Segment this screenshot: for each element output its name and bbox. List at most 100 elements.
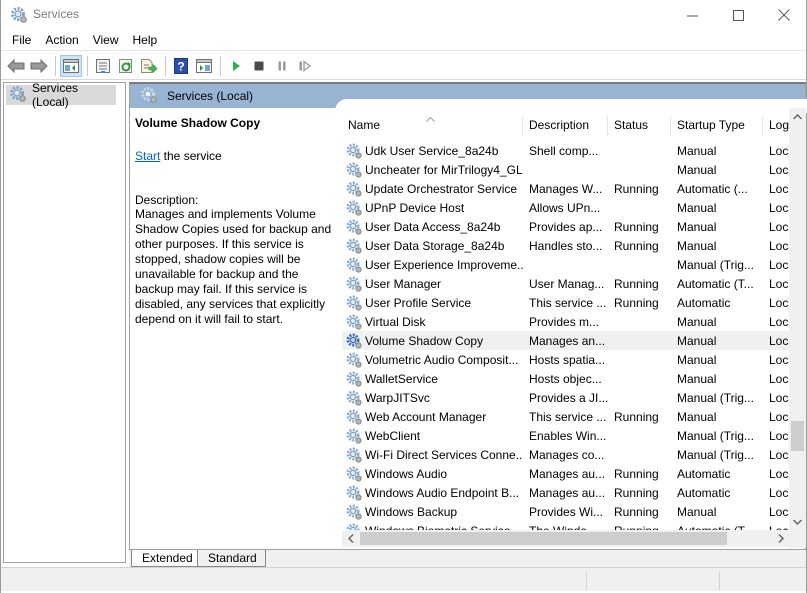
minimize-button[interactable]: [669, 0, 715, 30]
cell-name: Wi-Fi Direct Services Conne...: [342, 447, 523, 463]
vertical-scroll-thumb[interactable]: [791, 421, 804, 451]
service-name: Virtual Disk: [365, 314, 426, 329]
toolbar-separator: [87, 55, 88, 76]
scroll-down-button[interactable]: [789, 513, 806, 530]
start-service-link[interactable]: Start: [135, 149, 160, 163]
cell-status: Running: [614, 485, 659, 500]
cell-name: Windows Backup: [342, 504, 523, 520]
table-row[interactable]: User Profile Service This service ... Ru…: [342, 293, 805, 312]
cell-name: User Data Access_8a24b: [342, 219, 523, 235]
table-row[interactable]: Uncheater for MirTrilogy4_GL Manual Loca: [342, 160, 805, 179]
table-row[interactable]: Update Orchestrator Service Manages W...…: [342, 179, 805, 198]
close-button[interactable]: [761, 0, 807, 30]
table-row[interactable]: UPnP Device Host Allows UPn... Manual Lo…: [342, 198, 805, 217]
export-list-button[interactable]: [138, 55, 160, 77]
vertical-scrollbar[interactable]: [789, 108, 806, 548]
menu-help[interactable]: Help: [126, 33, 165, 47]
menu-view[interactable]: View: [86, 33, 126, 47]
cell-startup-type: Manual: [677, 352, 717, 367]
maximize-icon: [732, 9, 744, 21]
cell-startup-type: Manual: [677, 200, 717, 215]
status-bar-divider: [586, 572, 587, 590]
cell-description: Hosts objec...: [529, 371, 602, 386]
table-row[interactable]: Volumetric Audio Composit... Hosts spati…: [342, 350, 805, 369]
table-row[interactable]: WalletService Hosts objec... Manual Loca: [342, 369, 805, 388]
sort-ascending-icon: [426, 114, 435, 124]
service-gear-icon: [346, 504, 362, 520]
services-main-pane: Services (Local) Volume Shadow Copy Star…: [129, 82, 807, 563]
table-row[interactable]: Virtual Disk Provides m... Manual Loca: [342, 312, 805, 331]
minimize-icon: [686, 15, 698, 16]
table-row[interactable]: Windows Audio Manages au... Running Auto…: [342, 464, 805, 483]
horizontal-scroll-thumb[interactable]: [360, 532, 727, 545]
stop-service-button[interactable]: [248, 55, 270, 77]
resume-service-button[interactable]: [294, 55, 316, 77]
scroll-right-button[interactable]: [772, 530, 789, 547]
service-gear-icon: [346, 276, 362, 292]
table-row[interactable]: Windows Audio Endpoint B... Manages au..…: [342, 483, 805, 502]
cell-startup-type: Automatic (T...: [677, 276, 754, 291]
properties-button[interactable]: [92, 55, 114, 77]
help-icon: ?: [174, 57, 188, 74]
service-gear-icon: [346, 466, 362, 482]
show-hide-action-pane-button[interactable]: [193, 55, 215, 77]
service-name: Volumetric Audio Composit...: [365, 352, 519, 367]
cell-startup-type: Manual: [677, 238, 717, 253]
cell-name: Volume Shadow Copy: [342, 333, 523, 349]
help-button[interactable]: ?: [170, 55, 192, 77]
service-name: Update Orchestrator Service: [365, 181, 518, 196]
cell-startup-type: Manual (Trig...: [677, 390, 754, 405]
table-row[interactable]: User Data Access_8a24b Provides ap... Ru…: [342, 217, 805, 236]
back-button[interactable]: [5, 55, 27, 77]
horizontal-scrollbar[interactable]: [342, 530, 789, 547]
table-row[interactable]: WarpJITSvc Provides a JI... Manual (Trig…: [342, 388, 805, 407]
cell-startup-type: Manual: [677, 143, 717, 158]
console-tree-icon: [63, 58, 79, 73]
cell-name: Udk User Service_8a24b: [342, 143, 523, 159]
column-header-description[interactable]: Description: [523, 112, 608, 136]
show-hide-console-tree-button[interactable]: [60, 54, 82, 77]
cell-name: User Experience Improveme...: [342, 257, 523, 273]
chevron-up-icon: [793, 113, 802, 119]
status-bar: [1, 567, 806, 591]
cell-startup-type: Automatic (...: [677, 181, 748, 196]
cell-description: Hosts spatia...: [529, 352, 606, 367]
start-service-button[interactable]: [225, 55, 247, 77]
table-row[interactable]: Web Account Manager This service ... Run…: [342, 407, 805, 426]
table-row[interactable]: WebClient Enables Win... Manual (Trig...…: [342, 426, 805, 445]
cell-startup-type: Automatic: [677, 466, 731, 481]
tree-item-services-local[interactable]: Services (Local): [6, 81, 116, 109]
service-name: Volume Shadow Copy: [365, 333, 484, 348]
cell-description: Provides ap...: [529, 219, 603, 234]
cell-status: Running: [614, 504, 659, 519]
cell-startup-type: Manual: [677, 409, 717, 424]
menu-action[interactable]: Action: [38, 33, 85, 47]
column-header-name[interactable]: Name: [342, 112, 523, 136]
maximize-button[interactable]: [715, 0, 761, 30]
scroll-left-button[interactable]: [342, 530, 359, 547]
service-gear-icon: [346, 238, 362, 254]
service-name: UPnP Device Host: [365, 200, 465, 215]
table-row[interactable]: Udk User Service_8a24b Shell comp... Man…: [342, 141, 805, 160]
table-row[interactable]: User Data Storage_8a24b Handles sto... R…: [342, 236, 805, 255]
services-table: Name Description Status Startup Type Log…: [342, 108, 805, 548]
table-row[interactable]: Wi-Fi Direct Services Conne... Manages c…: [342, 445, 805, 464]
table-row[interactable]: Volume Shadow Copy Manages an... Manual …: [342, 331, 805, 350]
menu-file[interactable]: File: [5, 33, 38, 47]
tab-extended[interactable]: Extended: [131, 550, 202, 567]
cell-startup-type: Manual: [677, 371, 717, 386]
tab-standard[interactable]: Standard: [197, 550, 266, 567]
column-header-startup-type[interactable]: Startup Type: [671, 112, 763, 136]
pause-service-button[interactable]: [271, 55, 293, 77]
table-row[interactable]: User Experience Improveme... Manual (Tri…: [342, 255, 805, 274]
forward-button[interactable]: [28, 55, 50, 77]
refresh-button[interactable]: [115, 55, 137, 77]
selected-service-name: Volume Shadow Copy: [135, 116, 261, 130]
scroll-up-button[interactable]: [789, 108, 806, 125]
table-row[interactable]: Windows Backup Provides Wi... Running Ma…: [342, 502, 805, 521]
service-gear-icon: [346, 181, 362, 197]
table-row[interactable]: User Manager User Manag... Running Autom…: [342, 274, 805, 293]
column-header-status[interactable]: Status: [608, 112, 671, 136]
cell-startup-type: Automatic: [677, 485, 731, 500]
status-bar-divider: [719, 572, 720, 590]
